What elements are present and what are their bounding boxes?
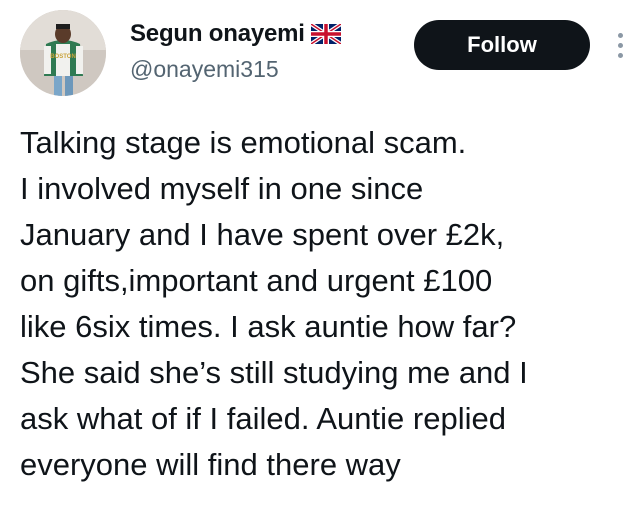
tweet-text-line: on gifts,important and urgent £100	[20, 263, 493, 298]
avatar[interactable]: BOSTON	[20, 10, 106, 96]
tweet-text-line: I involved myself in one since	[20, 171, 424, 206]
more-vertical-icon[interactable]	[608, 22, 632, 68]
profile-photo: BOSTON	[20, 10, 106, 96]
avatar-jacket-text: BOSTON	[50, 54, 76, 60]
author-display-name[interactable]: Segun onayemi	[130, 20, 305, 48]
more-dot	[617, 42, 623, 48]
tweet-text-line: Talking stage is emotional scam.	[20, 125, 467, 160]
more-dot	[617, 52, 623, 58]
tweet-card: BOSTON Segun onayemi @onayemi315 Follow …	[0, 0, 642, 513]
author-name-row: Segun onayemi	[130, 20, 342, 48]
uk-flag-icon	[309, 22, 342, 46]
tweet-text-line: She said she’s still studying me and I	[20, 355, 528, 390]
tweet-text-line: January and I have spent over £2k,	[20, 217, 505, 252]
tweet-text-line: ask what of if I failed. Auntie replied	[20, 401, 506, 436]
follow-button[interactable]: Follow	[414, 20, 590, 70]
author-handle[interactable]: @onayemi315	[130, 56, 279, 83]
tweet-text: Talking stage is emotional scam. I invol…	[20, 120, 635, 488]
tweet-text-line: like 6six times. I ask auntie how far?	[20, 309, 517, 344]
more-dot	[617, 32, 623, 38]
tweet-text-line: everyone will find there way	[20, 447, 401, 482]
